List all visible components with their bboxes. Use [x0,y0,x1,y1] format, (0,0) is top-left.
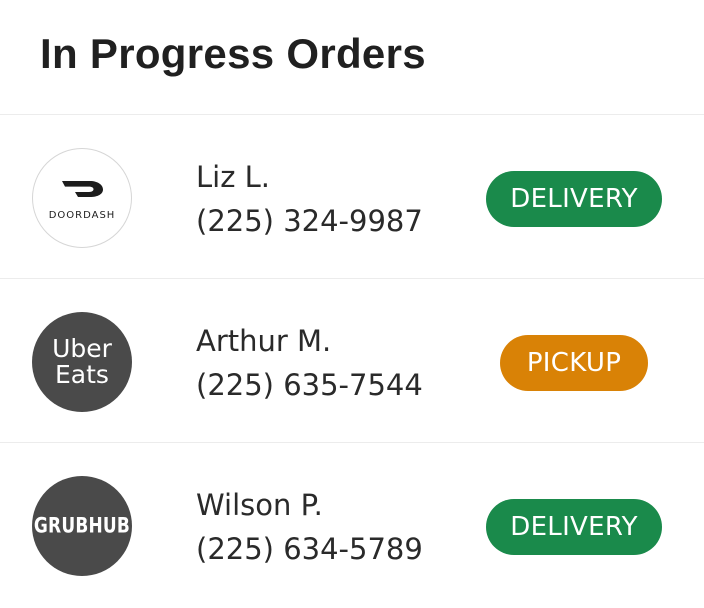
customer-info: Wilson P. (225) 634-5789 [196,483,423,571]
order-row-wilson[interactable]: GRUBHUB Wilson P. (225) 634-5789 DELIVER… [0,443,704,607]
page-header: In Progress Orders [0,0,704,115]
order-list: DOORDASH Liz L. (225) 324-9987 DELIVERY … [0,115,704,607]
uber-eats-logo-line1: Uber [52,334,112,363]
customer-phone: (225) 324-9987 [196,204,423,238]
grubhub-logo-text: GRUBHUB [33,513,131,539]
uber-eats-logo: Uber Eats [32,312,132,412]
customer-info: Liz L. (225) 324-9987 [196,155,423,243]
doordash-icon [62,180,103,197]
grubhub-logo: GRUBHUB [32,476,132,576]
order-row-arthur[interactable]: Uber Eats Arthur M. (225) 635-7544 PICKU… [0,279,704,443]
order-type-badge[interactable]: DELIVERY [486,171,662,227]
doordash-logo-text: DOORDASH [48,209,116,221]
customer-name: Wilson P. [196,488,323,522]
customer-name: Liz L. [196,160,271,194]
uber-eats-logo-line2: Eats [55,360,109,389]
order-row-liz[interactable]: DOORDASH Liz L. (225) 324-9987 DELIVERY [0,115,704,279]
customer-info: Arthur M. (225) 635-7544 [196,319,423,407]
page-title: In Progress Orders [40,30,426,77]
customer-phone: (225) 634-5789 [196,532,423,566]
order-type-badge[interactable]: PICKUP [500,335,648,391]
customer-name: Arthur M. [196,324,332,358]
doordash-logo: DOORDASH [32,148,132,248]
order-type-badge[interactable]: DELIVERY [486,499,662,555]
customer-phone: (225) 635-7544 [196,368,423,402]
